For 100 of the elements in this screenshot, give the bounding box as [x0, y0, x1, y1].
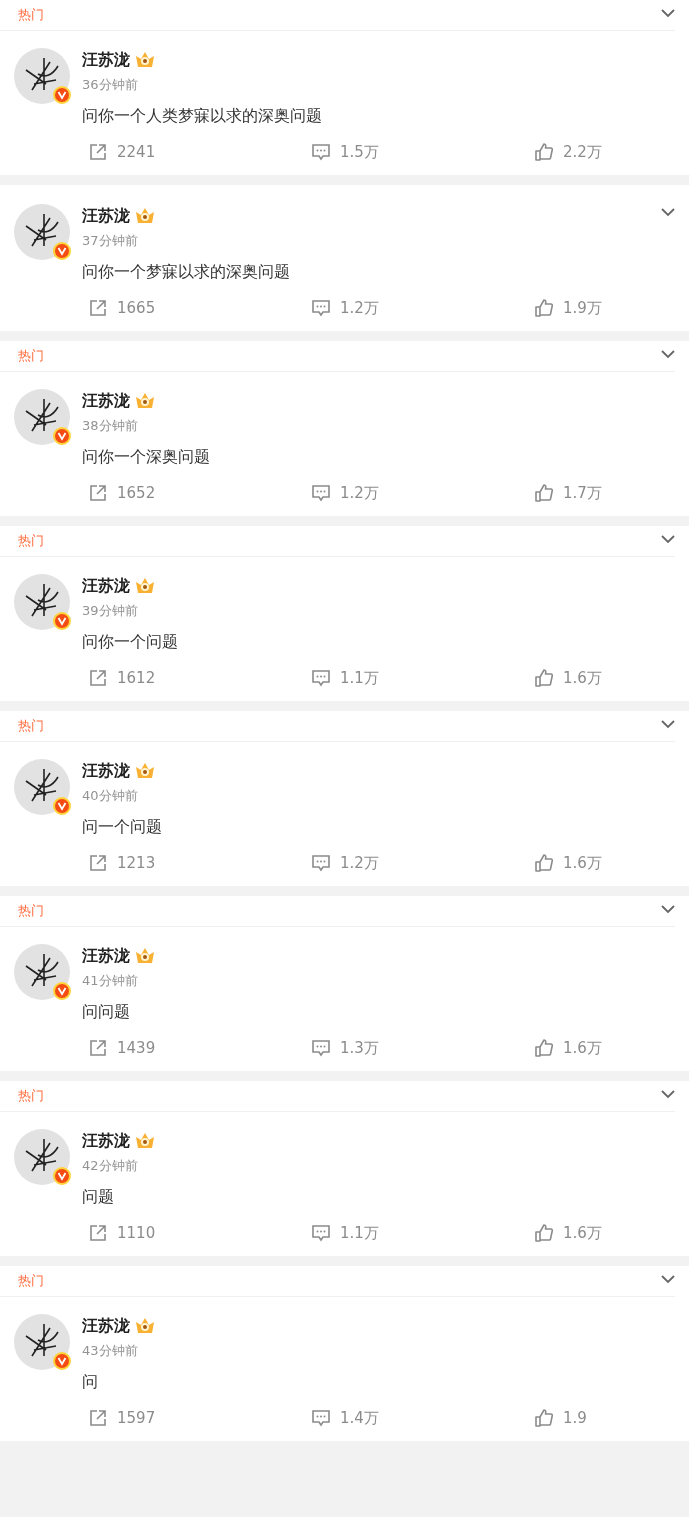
hot-label: 热门 — [18, 1272, 44, 1290]
author-name[interactable]: 汪苏泷 — [82, 205, 130, 227]
crown-badge-icon — [134, 576, 156, 596]
author-name[interactable]: 汪苏泷 — [82, 575, 130, 597]
post-text: 问题 — [82, 1186, 115, 1208]
crown-badge-icon — [134, 946, 156, 966]
share-icon — [88, 668, 108, 688]
post-text: 问一个问题 — [82, 816, 162, 838]
share-icon — [88, 483, 108, 503]
comment-icon — [311, 668, 331, 688]
comment-icon — [311, 853, 331, 873]
crown-badge-icon — [134, 1131, 156, 1151]
repost-button[interactable]: 1213 — [0, 853, 223, 873]
avatar[interactable] — [14, 48, 70, 104]
comment-icon — [311, 298, 331, 318]
repost-button[interactable]: 2241 — [0, 142, 223, 162]
like-button[interactable]: 1.7万 — [446, 483, 669, 503]
hot-label: 热门 — [18, 347, 44, 365]
comment-button[interactable]: 1.2万 — [223, 483, 446, 503]
crown-badge-icon — [134, 206, 156, 226]
comment-icon — [311, 1038, 331, 1058]
comment-button[interactable]: 1.4万 — [223, 1408, 446, 1428]
crown-badge-icon — [134, 50, 156, 70]
like-button[interactable]: 2.2万 — [446, 142, 669, 162]
chevron-down-icon[interactable] — [661, 1275, 675, 1284]
like-button[interactable]: 1.9 — [446, 1408, 669, 1428]
hot-label: 热门 — [18, 1087, 44, 1105]
like-button[interactable]: 1.6万 — [446, 1038, 669, 1058]
crown-badge-icon — [134, 761, 156, 781]
thumbs-up-icon — [534, 1223, 554, 1243]
like-button[interactable]: 1.6万 — [446, 1223, 669, 1243]
comment-button[interactable]: 1.1万 — [223, 668, 446, 688]
post-time: 39分钟前 — [82, 603, 139, 619]
thumbs-up-icon — [534, 142, 554, 162]
comment-icon — [311, 483, 331, 503]
comment-button[interactable]: 1.2万 — [223, 853, 446, 873]
author-name[interactable]: 汪苏泷 — [82, 1130, 130, 1152]
repost-button[interactable]: 1597 — [0, 1408, 223, 1428]
comment-icon — [311, 142, 331, 162]
post-text: 问 — [82, 1371, 99, 1393]
comment-button[interactable]: 1.5万 — [223, 142, 446, 162]
avatar[interactable] — [14, 1129, 70, 1185]
post-text: 问你一个梦寐以求的深奥问题 — [82, 261, 290, 283]
share-icon — [88, 1408, 108, 1428]
share-icon — [88, 142, 108, 162]
author-name[interactable]: 汪苏泷 — [82, 945, 130, 967]
avatar[interactable] — [14, 389, 70, 445]
share-icon — [88, 1038, 108, 1058]
post-text: 问你一个问题 — [82, 631, 178, 653]
thumbs-up-icon — [534, 1408, 554, 1428]
avatar[interactable] — [14, 759, 70, 815]
chevron-down-icon[interactable] — [661, 905, 675, 914]
thumbs-up-icon — [534, 668, 554, 688]
avatar[interactable] — [14, 1314, 70, 1370]
avatar[interactable] — [14, 204, 70, 260]
post-text: 问你一个深奥问题 — [82, 446, 210, 468]
post-time: 38分钟前 — [82, 418, 139, 434]
chevron-down-icon[interactable] — [661, 720, 675, 729]
repost-button[interactable]: 1439 — [0, 1038, 223, 1058]
repost-button[interactable]: 1665 — [0, 298, 223, 318]
chevron-down-icon[interactable] — [661, 1090, 675, 1099]
avatar[interactable] — [14, 574, 70, 630]
post-time: 36分钟前 — [82, 77, 139, 93]
like-button[interactable]: 1.9万 — [446, 298, 669, 318]
hot-label: 热门 — [18, 532, 44, 550]
like-button[interactable]: 1.6万 — [446, 668, 669, 688]
comment-button[interactable]: 1.3万 — [223, 1038, 446, 1058]
post-time: 43分钟前 — [82, 1343, 139, 1359]
post-time: 42分钟前 — [82, 1158, 139, 1174]
comment-icon — [311, 1223, 331, 1243]
crown-badge-icon — [134, 391, 156, 411]
crown-badge-icon — [134, 1316, 156, 1336]
hot-label: 热门 — [18, 902, 44, 920]
comment-button[interactable]: 1.2万 — [223, 298, 446, 318]
chevron-down-icon[interactable] — [661, 9, 675, 18]
hot-label: 热门 — [18, 717, 44, 735]
post-time: 37分钟前 — [82, 233, 139, 249]
comment-button[interactable]: 1.1万 — [223, 1223, 446, 1243]
avatar[interactable] — [14, 944, 70, 1000]
post-text: 问问题 — [82, 1001, 131, 1023]
post-time: 40分钟前 — [82, 788, 139, 804]
author-name[interactable]: 汪苏泷 — [82, 49, 130, 71]
like-button[interactable]: 1.6万 — [446, 853, 669, 873]
thumbs-up-icon — [534, 853, 554, 873]
author-name[interactable]: 汪苏泷 — [82, 390, 130, 412]
author-name[interactable]: 汪苏泷 — [82, 760, 130, 782]
chevron-down-icon[interactable] — [661, 535, 675, 544]
thumbs-up-icon — [534, 298, 554, 318]
share-icon — [88, 1223, 108, 1243]
repost-button[interactable]: 1652 — [0, 483, 223, 503]
post-time: 41分钟前 — [82, 973, 139, 989]
repost-button[interactable]: 1612 — [0, 668, 223, 688]
repost-button[interactable]: 1110 — [0, 1223, 223, 1243]
author-name[interactable]: 汪苏泷 — [82, 1315, 130, 1337]
share-icon — [88, 853, 108, 873]
thumbs-up-icon — [534, 1038, 554, 1058]
post-text: 问你一个人类梦寐以求的深奥问题 — [82, 105, 322, 127]
comment-icon — [311, 1408, 331, 1428]
chevron-down-icon[interactable] — [661, 208, 675, 217]
chevron-down-icon[interactable] — [661, 350, 675, 359]
